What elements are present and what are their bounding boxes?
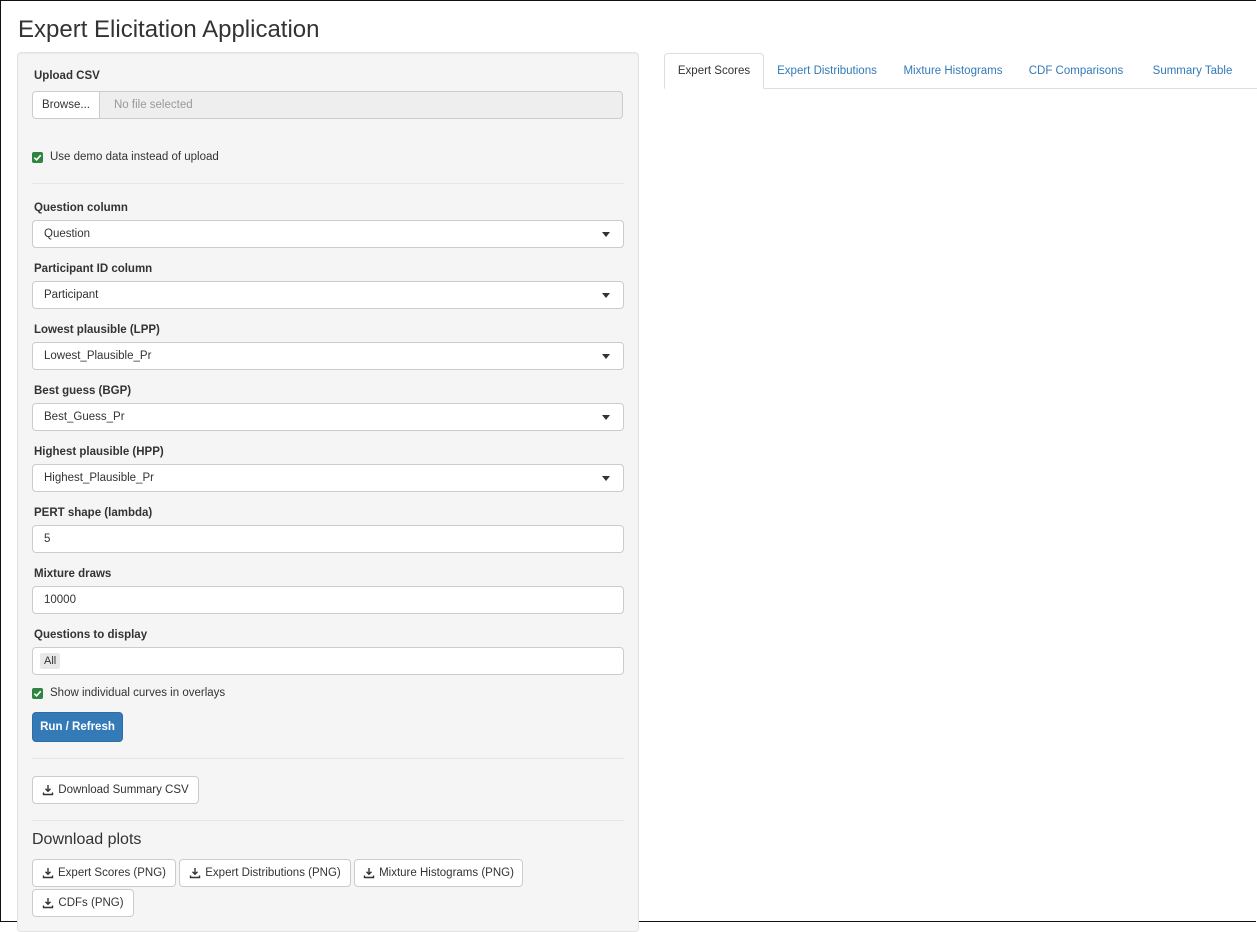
run-refresh-button[interactable]: Run / Refresh (32, 712, 123, 742)
lpp-select[interactable]: Lowest_Plausible_Pr (32, 342, 624, 370)
tab-expert-scores[interactable]: Expert Scores (664, 53, 764, 89)
download-summary-button[interactable]: Download Summary CSV (32, 776, 199, 804)
pert-shape-label: PERT shape (lambda) (34, 507, 153, 519)
caret-down-icon (602, 415, 610, 420)
participant-column-value: Participant (44, 289, 99, 301)
download-expert-scores-button[interactable]: Expert Scores (PNG) (32, 859, 176, 887)
download-expert-scores-label: Expert Scores (PNG) (58, 867, 166, 879)
questions-display-input[interactable]: All (32, 647, 624, 675)
caret-down-icon (602, 354, 610, 359)
upload-label: Upload CSV (34, 70, 100, 82)
bgp-select[interactable]: Best_Guess_Pr (32, 403, 624, 431)
download-icon (190, 868, 201, 879)
download-expert-distributions-label: Expert Distributions (PNG) (205, 867, 341, 879)
divider (32, 820, 624, 821)
lpp-value: Lowest_Plausible_Pr (44, 350, 152, 362)
hpp-label: Highest plausible (HPP) (34, 446, 164, 458)
file-name-field[interactable]: No file selected (100, 91, 623, 119)
download-mixture-histograms-label: Mixture Histograms (PNG) (379, 867, 514, 879)
demo-data-checkbox[interactable]: Use demo data instead of upload (32, 151, 219, 163)
mixture-draws-label: Mixture draws (34, 568, 112, 580)
download-icon (43, 785, 54, 796)
download-plots-title: Download plots (32, 831, 142, 848)
question-column-label: Question column (34, 202, 128, 214)
caret-down-icon (602, 293, 610, 298)
divider (32, 183, 624, 184)
hpp-select[interactable]: Highest_Plausible_Pr (32, 464, 624, 492)
caret-down-icon (602, 476, 610, 481)
tab-expert-distributions[interactable]: Expert Distributions (764, 53, 890, 88)
download-cdfs-label: CDFs (PNG) (58, 897, 124, 909)
download-cdfs-button[interactable]: CDFs (PNG) (32, 889, 134, 917)
download-mixture-histograms-button[interactable]: Mixture Histograms (PNG) (354, 859, 523, 887)
download-expert-distributions-button[interactable]: Expert Distributions (PNG) (179, 859, 351, 887)
lpp-label: Lowest plausible (LPP) (34, 324, 160, 336)
page-title: Expert Elicitation Application (18, 16, 320, 43)
demo-data-label: Use demo data instead of upload (50, 151, 219, 163)
pert-shape-input[interactable]: 5 (32, 525, 624, 553)
browse-button[interactable]: Browse... (32, 91, 100, 119)
bgp-label: Best guess (BGP) (34, 385, 132, 397)
download-icon (363, 868, 375, 879)
download-summary-label: Download Summary CSV (58, 784, 189, 796)
participant-column-select[interactable]: Participant (32, 281, 624, 309)
individual-curves-label: Show individual curves in overlays (50, 687, 226, 699)
hpp-value: Highest_Plausible_Pr (44, 472, 154, 484)
questions-display-label: Questions to display (34, 629, 148, 641)
checkmark-icon[interactable] (32, 151, 43, 163)
caret-down-icon (602, 232, 610, 237)
download-icon (43, 898, 54, 909)
main-tabs: Expert Scores Expert Distributions Mixtu… (664, 53, 1257, 89)
sidebar-panel: Upload CSV Browse... No file selected Us… (17, 52, 639, 932)
divider (32, 758, 624, 759)
bgp-value: Best_Guess_Pr (44, 411, 125, 423)
file-upload: Browse... No file selected (32, 91, 623, 119)
tab-mixture-histograms[interactable]: Mixture Histograms (890, 53, 1016, 88)
checkmark-icon[interactable] (32, 687, 43, 699)
participant-column-label: Participant ID column (34, 263, 153, 275)
tab-cdf-comparisons[interactable]: CDF Comparisons (1016, 53, 1136, 88)
tab-content-area (664, 89, 1257, 919)
tab-summary-table[interactable]: Summary Table (1136, 53, 1249, 88)
question-column-select[interactable]: Question (32, 220, 624, 248)
mixture-draws-input[interactable]: 10000 (32, 586, 624, 614)
selected-tag-all[interactable]: All (40, 653, 61, 669)
individual-curves-checkbox[interactable]: Show individual curves in overlays (32, 687, 225, 699)
question-column-value: Question (44, 228, 91, 240)
download-icon (42, 868, 54, 879)
